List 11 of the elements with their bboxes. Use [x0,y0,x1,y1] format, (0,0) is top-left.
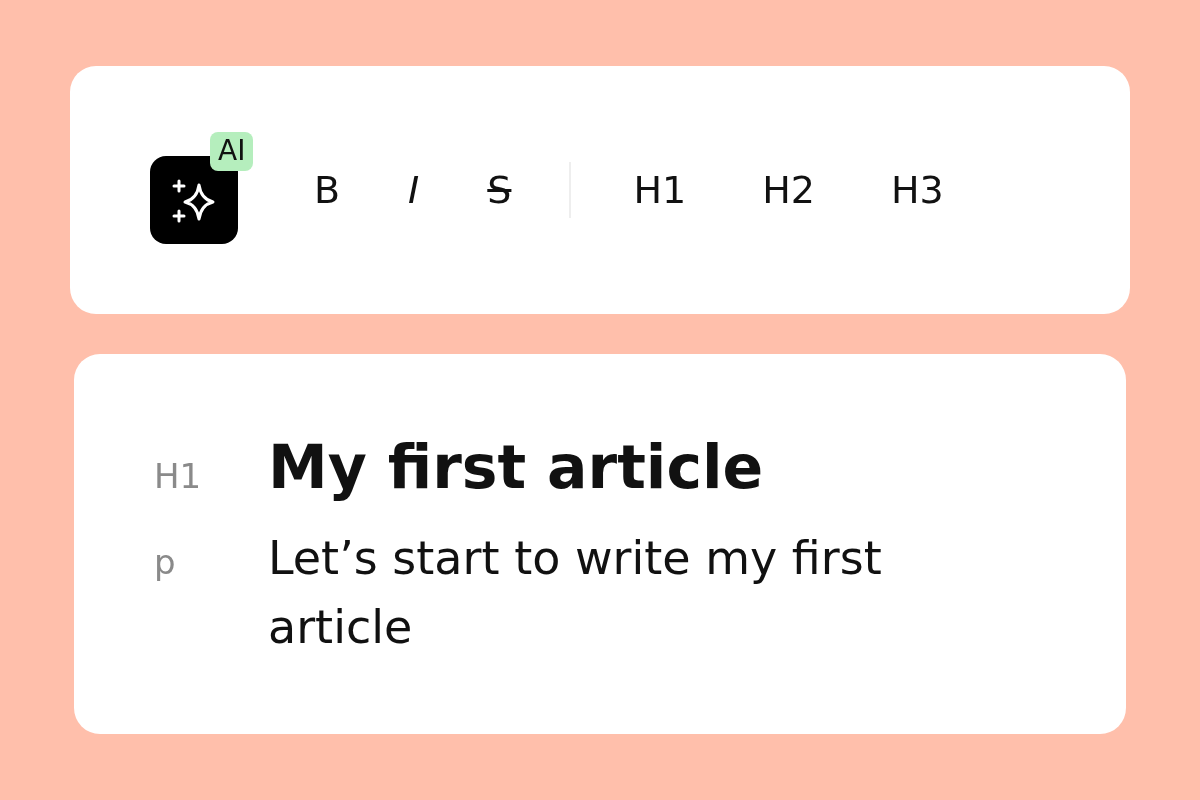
block-type-label: p [154,542,177,582]
strikethrough-button[interactable]: S [479,171,520,209]
article-heading: My first article [268,432,765,502]
ai-badge: AI [210,132,254,171]
block-type-label: H1 [154,456,203,496]
heading-button[interactable]: H2 [754,171,823,209]
italic-button[interactable]: I [400,171,428,209]
heading-button[interactable]: H3 [882,171,952,209]
heading-button[interactable]: H1 [625,171,695,209]
article-paragraph: Let’s start to write my first article [268,530,883,656]
bold-button[interactable]: B [306,171,349,209]
